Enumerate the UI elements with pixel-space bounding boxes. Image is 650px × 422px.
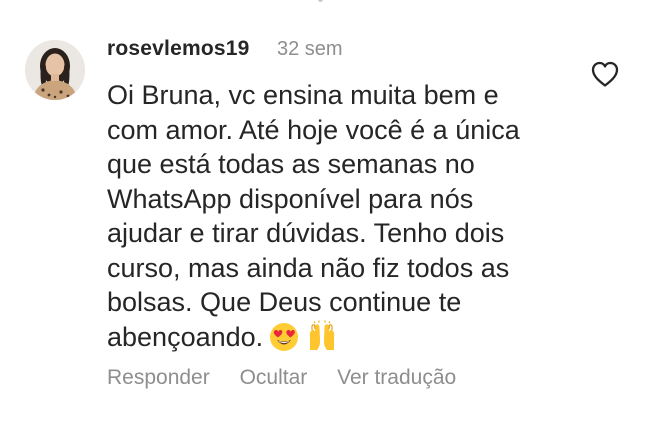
see-translation-button[interactable]: Ver tradução [337,366,456,390]
scroll-indicator-dot [318,0,323,2]
comment-actions: Responder Ocultar Ver tradução [107,366,480,390]
comment-last-line: abençoando. [107,320,577,361]
raising-hands-emoji-icon [305,320,339,361]
comment-line: ajudar e tirar dúvidas. Tenho dois [107,218,505,248]
hide-button[interactable]: Ocultar [240,366,308,390]
avatar[interactable] [25,40,85,100]
comment-line: com amor. Até hoje você é a única [107,114,520,145]
reply-button[interactable]: Responder [107,366,210,390]
comment-line: Oi Bruna, vc ensina muita bem e [107,80,499,110]
profile-photo-icon [25,40,85,100]
heart-eyes-emoji-icon [269,322,299,361]
comment-line: que está todas as semanas no [107,149,475,179]
comment-line: WhatsApp disponível para nós [107,183,474,214]
comment-screen: rosevlemos19 32 sem Oi Bruna, vc ensina … [0,0,650,422]
comment-timestamp: 32 sem [277,38,343,60]
comment-text: Oi Bruna, vc ensina muita bem e com amor… [107,78,577,360]
comment-line: bolsas. Que Deus continue te [107,287,462,317]
comment-line: curso, mas ainda não fiz todos as [107,252,510,283]
comment-line: abençoando. [107,321,264,352]
comment-username[interactable]: rosevlemos19 [107,37,250,61]
like-heart-icon[interactable] [590,60,620,88]
